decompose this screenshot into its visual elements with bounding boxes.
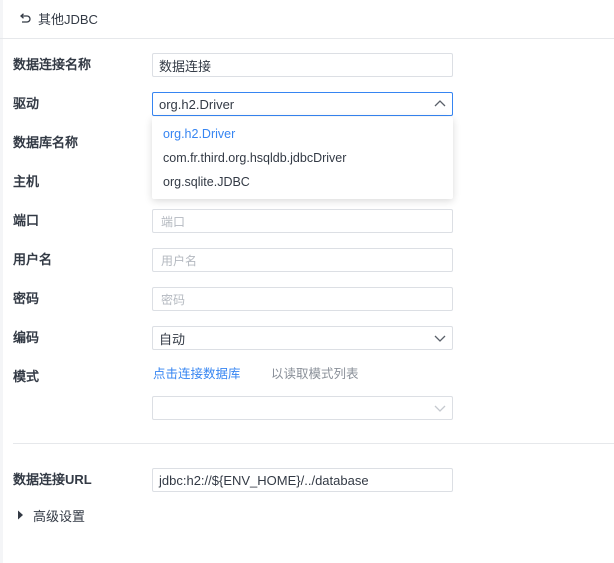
chevron-down-icon	[434, 402, 446, 417]
username-input[interactable]: 用户名	[152, 248, 453, 272]
encoding-label: 编码	[13, 330, 40, 345]
encoding-select[interactable]: 自动	[152, 326, 453, 350]
encoding-value: 自动	[159, 331, 186, 347]
url-input[interactable]: jdbc:h2://${ENV_HOME}/../database	[152, 468, 453, 492]
left-edge-strip	[0, 0, 3, 563]
schema-label: 模式	[13, 369, 40, 384]
advanced-settings-label: 高级设置	[33, 509, 86, 524]
schema-select[interactable]	[152, 396, 453, 420]
back-label: 其他JDBC	[38, 12, 98, 27]
password-label: 密码	[13, 291, 40, 306]
driver-label: 驱动	[13, 96, 40, 111]
connection-name-input[interactable]: 数据连接	[152, 53, 453, 77]
username-label: 用户名	[13, 252, 53, 267]
database-name-label: 数据库名称	[13, 135, 79, 150]
url-label: 数据连接URL	[13, 472, 92, 487]
caret-right-icon	[17, 508, 24, 523]
advanced-settings-toggle[interactable]: 高级设置	[17, 506, 85, 525]
driver-option[interactable]: org.h2.Driver	[163, 124, 235, 144]
password-placeholder: 密码	[161, 292, 186, 307]
driver-value: org.h2.Driver	[159, 96, 235, 112]
host-label: 主机	[13, 174, 40, 189]
schema-hint: 以读取模式列表	[271, 367, 359, 381]
driver-option[interactable]: org.sqlite.JDBC	[163, 172, 250, 192]
connect-database-link[interactable]: 点击连接数据库	[153, 365, 241, 383]
username-placeholder: 用户名	[161, 253, 198, 268]
connection-name-value: 数据连接	[159, 58, 212, 74]
driver-option[interactable]: com.fr.third.org.hsqldb.jdbcDriver	[163, 148, 346, 168]
back-button[interactable]: 其他JDBC	[18, 9, 98, 28]
password-input[interactable]: 密码	[152, 287, 453, 311]
port-label: 端口	[13, 213, 40, 228]
header-bar: 其他JDBC	[0, 0, 614, 39]
back-arrow-icon	[18, 12, 32, 26]
chevron-up-icon	[434, 98, 446, 113]
driver-dropdown-menu: org.h2.Driver com.fr.third.org.hsqldb.jd…	[152, 117, 453, 199]
url-value: jdbc:h2://${ENV_HOME}/../database	[159, 472, 369, 488]
port-placeholder: 端口	[161, 214, 186, 229]
driver-select[interactable]: org.h2.Driver	[152, 92, 453, 116]
port-input[interactable]: 端口	[152, 209, 453, 233]
connection-name-label: 数据连接名称	[13, 57, 92, 72]
chevron-down-icon	[434, 332, 446, 347]
section-divider	[13, 443, 614, 444]
